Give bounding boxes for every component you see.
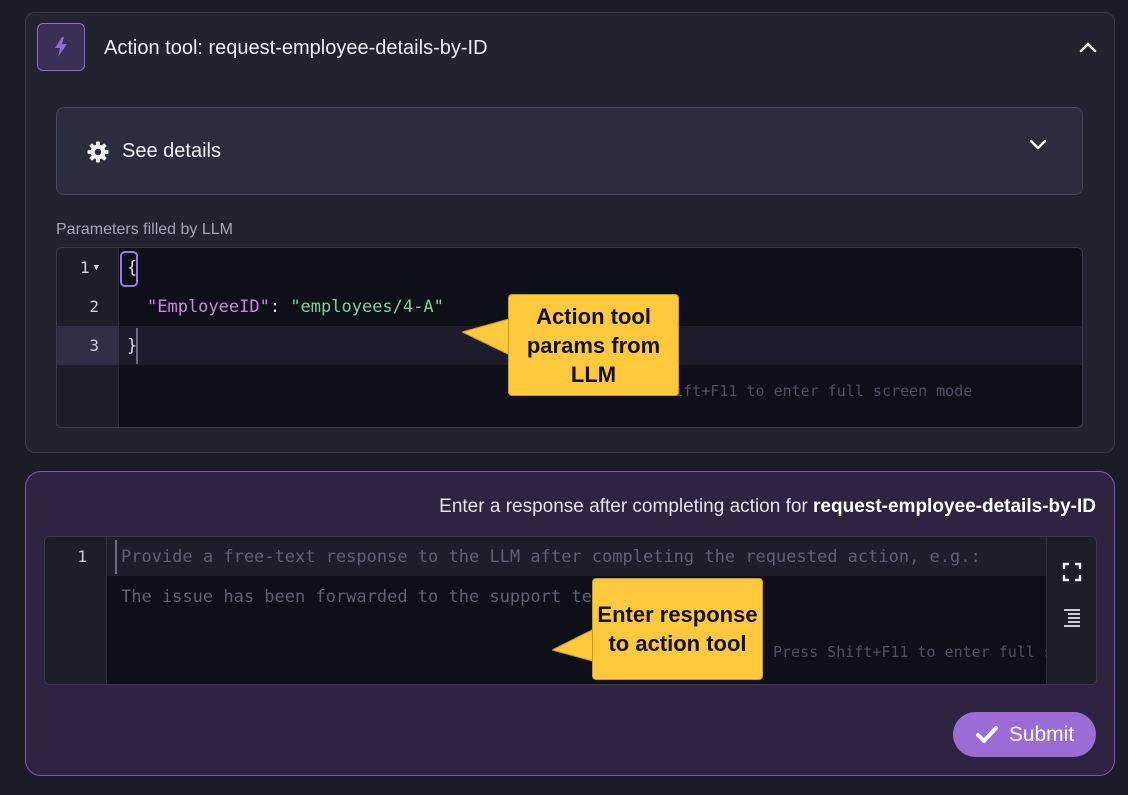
submit-label: Submit	[1008, 722, 1075, 746]
line-number: 1	[77, 547, 87, 566]
chevron-down-icon[interactable]	[1028, 138, 1052, 162]
tool-name: request-employee-details-by-ID	[813, 496, 1096, 517]
code-line: {	[127, 257, 138, 278]
line-number: 3	[57, 326, 119, 365]
params-callout: Action tool params from LLM	[508, 294, 679, 396]
response-callout: Enter response to action tool	[592, 578, 763, 680]
text-cursor	[115, 540, 117, 574]
line-number: 2	[89, 297, 99, 316]
line-number: 1 ▼	[79, 258, 99, 277]
see-details-label: See details	[122, 140, 221, 162]
lightning-icon	[37, 23, 85, 71]
submit-button[interactable]: Submit	[953, 712, 1096, 757]
callout-pointer	[462, 318, 513, 357]
fullscreen-icon[interactable]	[1060, 560, 1084, 584]
see-details-accordion[interactable]: See details	[56, 107, 1083, 195]
check-icon	[975, 725, 998, 743]
line-gutter: 1	[45, 537, 107, 684]
json-key: "EmployeeID"	[147, 296, 270, 317]
action-tool-title: Action tool: request-employee-details-by…	[104, 37, 488, 59]
code-line: "EmployeeID": "employees/4-A"	[147, 296, 444, 317]
params-label: Parameters filled by LLM	[56, 221, 233, 238]
response-title: Enter a response after completing action…	[439, 496, 1096, 517]
text-cursor	[136, 328, 138, 364]
fold-caret-icon: ▼	[93, 262, 99, 273]
placeholder-line: The issue has been forwarded to the supp…	[121, 586, 623, 607]
chevron-up-icon[interactable]	[1076, 35, 1100, 59]
gear-icon	[86, 140, 110, 164]
response-panel: Enter a response after completing action…	[25, 471, 1115, 776]
line-gutter: 1 ▼ 2 3	[57, 248, 119, 427]
json-value: "employees/4-A"	[290, 296, 444, 317]
editor-side-toolbar	[1046, 537, 1096, 684]
format-align-icon[interactable]	[1060, 605, 1084, 629]
placeholder-line: Provide a free-text response to the LLM …	[121, 546, 981, 567]
